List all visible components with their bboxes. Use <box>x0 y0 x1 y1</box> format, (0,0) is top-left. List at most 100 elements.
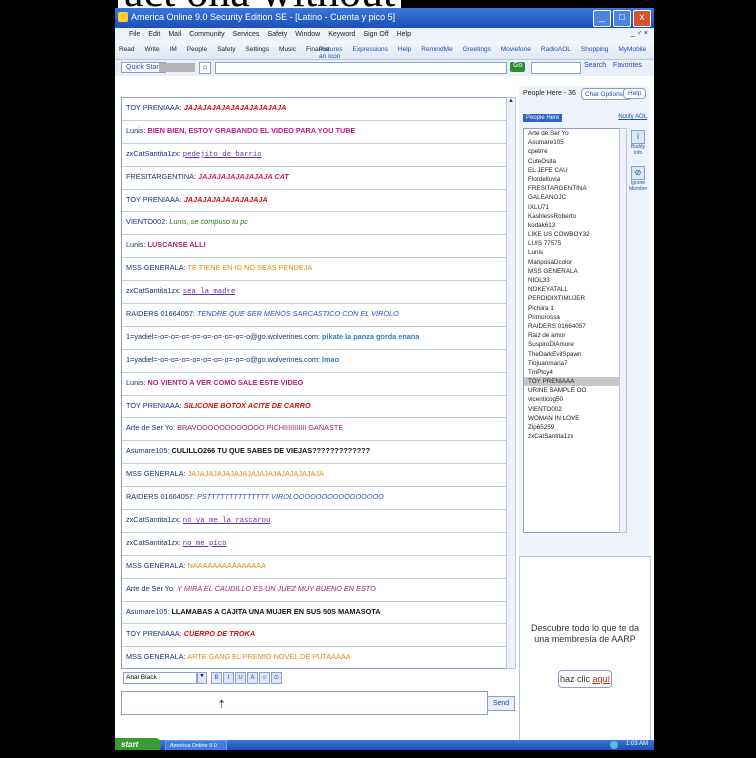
chat-screen-name[interactable]: zxCatSantita1zx: <box>126 515 183 524</box>
chat-screen-name[interactable]: FRESITARGENTINA: <box>126 172 198 181</box>
person-item[interactable]: Flordelluvia <box>524 175 620 184</box>
toolbar-link[interactable]: Help <box>398 46 411 53</box>
tab-people-here[interactable]: People Here <box>523 114 563 122</box>
chat-screen-name[interactable]: MSS GENERALA: <box>126 652 187 661</box>
toolbar-link[interactable]: Pictures <box>319 46 342 53</box>
person-item[interactable]: Zip65259 <box>524 423 620 432</box>
person-item[interactable]: IXLU71 <box>524 203 620 212</box>
minimize-button[interactable]: _ <box>593 10 611 27</box>
chat-screen-name[interactable]: Lunis: <box>126 378 148 387</box>
format-button[interactable]: ⊙ <box>271 672 282 684</box>
chat-screen-name[interactable]: MSS GENERALA: <box>126 469 188 478</box>
ad-click-button[interactable]: haz clic aquí <box>558 670 612 688</box>
go-button[interactable]: Go <box>510 62 526 72</box>
chat-screen-name[interactable]: 1=yadiel=-o=-o=-o=-o=-o=-o=-o=-o=-o@go.w… <box>126 332 322 341</box>
people-list[interactable]: Arte de Ser Yo Asumare105 cpetrre CuteOsita… <box>523 128 621 533</box>
person-item[interactable]: NOKEYATALL <box>524 285 620 294</box>
person-item[interactable]: RAIDERS 01664057 <box>524 322 620 331</box>
start-button[interactable]: start <box>115 738 161 750</box>
menu-window-controls[interactable]: _ ♂ × <box>631 30 648 37</box>
person-item[interactable]: Raiz de amor <box>524 331 620 340</box>
chat-screen-name[interactable]: zxCatSantita1zx: <box>126 538 183 547</box>
person-item[interactable]: MSS GENERALA <box>524 267 620 276</box>
chat-screen-name[interactable]: MSS GENERALA: <box>126 561 188 570</box>
maximize-button[interactable]: □ <box>613 10 631 27</box>
person-item[interactable]: KashlessRoberto <box>524 212 620 221</box>
message-input[interactable] <box>121 691 488 715</box>
person-item[interactable]: LIKE US COWBOY32 <box>524 230 620 239</box>
person-item[interactable]: TOY PRENIAAA <box>524 377 620 387</box>
format-button[interactable]: ☺ <box>259 672 270 684</box>
person-item[interactable]: LUIS 77575 <box>524 239 620 248</box>
ad-banner[interactable]: Descubre todo lo que te da una membresía… <box>519 556 651 748</box>
person-item[interactable]: NIOL33 <box>524 276 620 285</box>
toolbar-link[interactable]: Moviefone <box>501 46 531 53</box>
person-item[interactable]: TheDarkEvilSpawn <box>524 350 620 359</box>
person-item[interactable]: VIENTO002 <box>524 405 620 414</box>
menu-item[interactable]: Window <box>295 31 320 38</box>
toolbar-link[interactable]: Shopping <box>581 46 608 53</box>
chat-screen-name[interactable]: RAIDERS 01664057: <box>126 492 197 501</box>
chat-screen-name[interactable]: zxCatSantita1zx: <box>126 286 183 295</box>
help-button[interactable]: Help <box>623 88 647 99</box>
format-button[interactable]: I <box>223 672 234 684</box>
search-button[interactable]: Search <box>584 62 606 69</box>
toolbar-button[interactable]: Safety <box>217 46 235 53</box>
send-button[interactable]: Send <box>487 696 515 711</box>
home-icon[interactable]: ⌂ <box>199 62 211 74</box>
menu-item[interactable]: Edit <box>148 31 160 38</box>
person-item[interactable]: cpetrre <box>524 147 620 156</box>
person-item[interactable]: Asumare105 <box>524 138 620 147</box>
person-item[interactable]: PERDIDIXTIMUJER <box>524 294 620 303</box>
menu-item[interactable]: Services <box>233 31 260 38</box>
notify-aol-link[interactable]: Notify AOL <box>618 114 647 120</box>
chat-screen-name[interactable]: zxCatSantita1zx: <box>126 149 183 158</box>
scroll-up-icon[interactable]: ▲ <box>507 98 515 104</box>
chat-screen-name[interactable]: Asumare105: <box>126 607 171 616</box>
toolbar-link[interactable]: Greetings <box>463 46 491 53</box>
chat-screen-name[interactable]: 1=yadiel=-o=-o=-o=-o=-o=-o=-o=-o=-o@go.w… <box>126 355 322 364</box>
menu-item[interactable]: Sign Off <box>363 31 388 38</box>
ad-link[interactable]: aquí <box>592 674 610 684</box>
chat-screen-name[interactable]: Arte de Ser Yo: <box>126 423 177 432</box>
menu-item[interactable]: Community <box>189 31 224 38</box>
toolbar-button[interactable]: Settings <box>246 46 270 53</box>
menu-item[interactable]: Safety <box>267 31 287 38</box>
toolbar-link[interactable]: RadioAOL <box>541 46 571 53</box>
chat-screen-name[interactable]: Lunis: <box>126 240 148 249</box>
toolbar-link[interactable]: Expressions <box>352 46 387 53</box>
format-button[interactable]: U <box>235 672 246 684</box>
toolbar-button[interactable]: IM <box>170 46 177 53</box>
person-item[interactable]: MariposaDcolor <box>524 258 620 267</box>
menu-item[interactable]: Mail <box>168 31 181 38</box>
font-select[interactable]: Arial Black <box>123 672 197 684</box>
tray-icon[interactable] <box>610 741 618 749</box>
search-input[interactable] <box>531 62 581 74</box>
menu-item[interactable]: File <box>129 31 140 38</box>
buddy-info-button[interactable]: i Buddy Info <box>629 130 647 156</box>
chat-screen-name[interactable]: Asumare105: <box>126 446 171 455</box>
person-item[interactable]: kodak613 <box>524 221 620 230</box>
person-item[interactable]: SuspiroDiAmore <box>524 340 620 349</box>
ignore-member-button[interactable]: ⊘ Ignore Member <box>629 166 647 192</box>
person-item[interactable]: EL JEFE CAU <box>524 166 620 175</box>
person-item[interactable]: Tiojuanmaria7 <box>524 359 620 368</box>
menu-item[interactable]: Help <box>397 31 411 38</box>
people-scrollbar[interactable] <box>619 128 627 533</box>
chat-screen-name[interactable]: Arte de Ser Yo: <box>126 584 177 593</box>
menu-item[interactable]: Keyword <box>328 31 355 38</box>
chat-screen-name[interactable]: TOY PRENIAAA: <box>126 629 184 638</box>
person-item[interactable]: TmPtcy4 <box>524 368 620 377</box>
taskbar-item-aol[interactable]: America Online 9.0 S... <box>165 740 227 750</box>
toolbar-button[interactable]: Read <box>119 46 135 53</box>
address-input[interactable] <box>215 62 507 74</box>
favorites-button[interactable]: Favorites <box>613 62 642 69</box>
chat-screen-name[interactable]: VIENTO002: <box>126 217 169 226</box>
toolbar-button[interactable]: Music <box>279 46 296 53</box>
person-item[interactable]: URINE SAMPLE OO <box>524 386 620 395</box>
person-item[interactable]: Pichiira 1 <box>524 304 620 313</box>
person-item[interactable]: Lunis <box>524 248 620 257</box>
chat-screen-name[interactable]: TOY PRENIAAA: <box>126 195 184 204</box>
chat-transcript[interactable]: TOY PRENIAAA: JAJAJAJAJAJAJAJAJAJAJA Luni… <box>121 97 508 669</box>
toolbar-link[interactable]: RemindMe <box>421 46 452 53</box>
